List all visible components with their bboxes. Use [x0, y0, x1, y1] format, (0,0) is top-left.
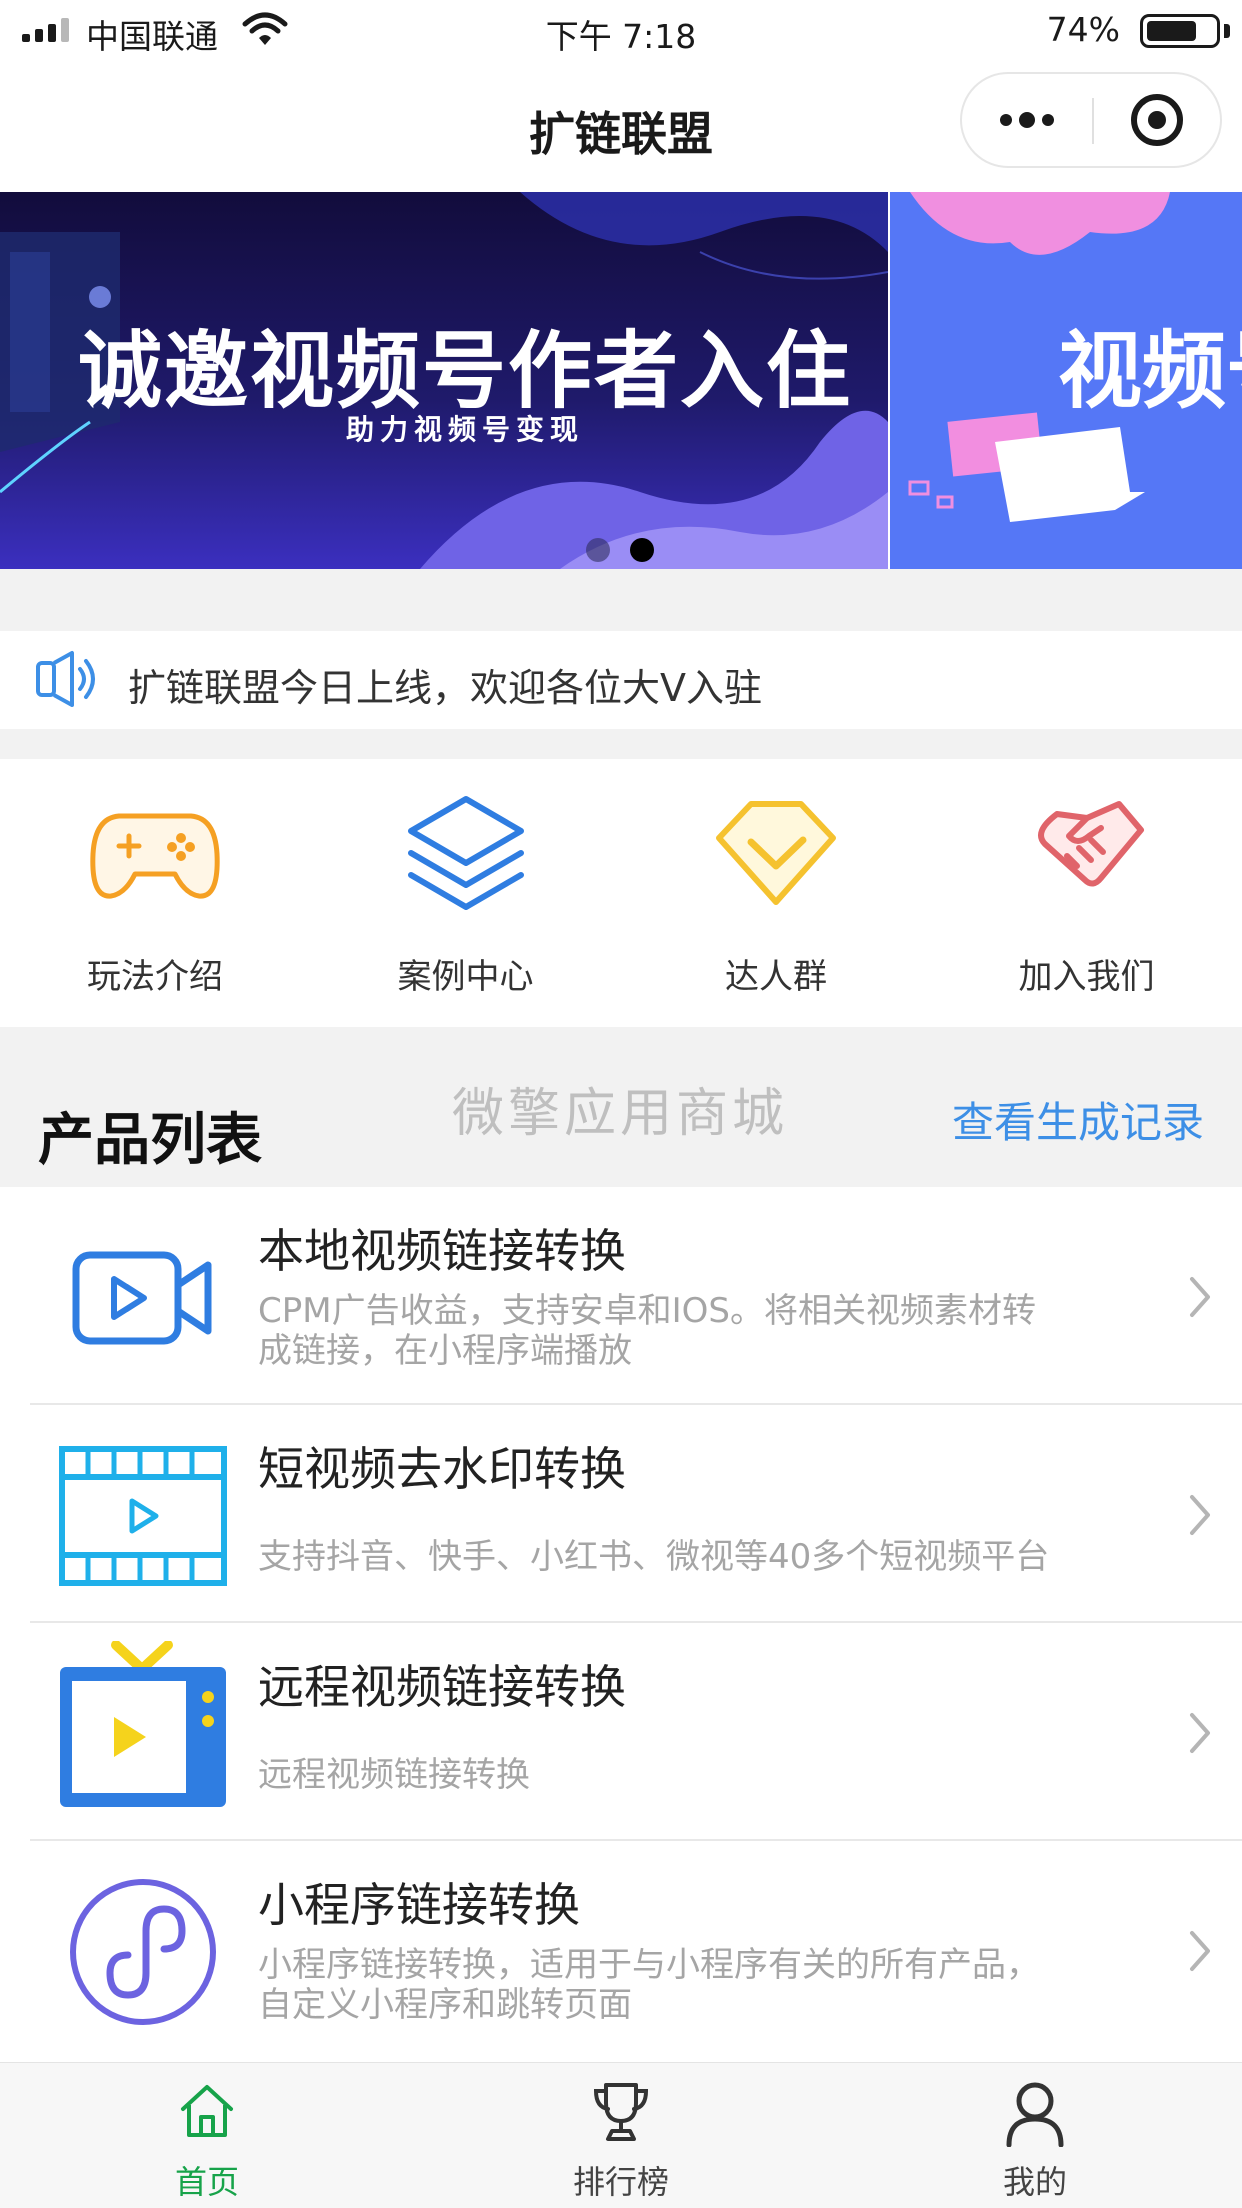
tv-icon	[58, 1641, 228, 1809]
trophy-icon	[414, 2081, 828, 2149]
notice-bar[interactable]: 扩链联盟今日上线，欢迎各位大V入驻	[0, 631, 1242, 729]
product-title: 远程视频链接转换	[258, 1660, 626, 1714]
chevron-right-icon	[1188, 1493, 1212, 1541]
product-desc: 远程视频链接转换	[258, 1755, 530, 1795]
layers-icon	[311, 789, 621, 919]
products-header: 产品列表 微擎应用商城 查看生成记录	[0, 1027, 1242, 1187]
menu-item-talent-group[interactable]: 达人群	[621, 759, 932, 1027]
chevron-right-icon	[1188, 1275, 1212, 1323]
mini-program-icon	[58, 1877, 228, 2027]
product-title: 小程序链接转换	[258, 1878, 580, 1932]
close-capsule-icon[interactable]	[1092, 74, 1222, 166]
menu-item-gameplay[interactable]: 玩法介绍	[0, 759, 311, 1027]
menu-grid: 玩法介绍 案例中心 达人群 加入我们	[0, 759, 1242, 1027]
menu-label: 达人群	[725, 957, 827, 997]
banner-carousel[interactable]: 诚邀视频号作者入住 助力视频号变现 视频号	[0, 192, 1242, 569]
chevron-right-icon	[1188, 1711, 1212, 1759]
battery-icon	[1140, 14, 1220, 48]
speaker-icon	[34, 649, 98, 713]
banner-title: 诚邀视频号作者入住	[77, 324, 852, 418]
section-gap	[0, 569, 1242, 631]
video-camera-icon	[58, 1223, 228, 1373]
tab-ranking[interactable]: 排行榜	[414, 2063, 828, 2208]
gamepad-icon	[0, 789, 310, 919]
home-icon	[0, 2081, 414, 2149]
mini-program-capsule	[960, 72, 1222, 168]
product-row-watermark-removal[interactable]: 短视频去水印转换 支持抖音、快手、小红书、微视等40多个短视频平台	[30, 1405, 1242, 1623]
status-bar: 中国联通 下午 7:18 74%	[0, 0, 1242, 64]
tab-mine[interactable]: 我的	[828, 2063, 1242, 2208]
chevron-right-icon	[1188, 1929, 1212, 1977]
product-title: 短视频去水印转换	[258, 1442, 626, 1496]
diamond-check-icon	[621, 789, 931, 919]
nav-bar: 扩链联盟	[0, 64, 1242, 192]
tab-home[interactable]: 首页	[0, 2063, 414, 2208]
banner-title-2: 视频号	[1058, 322, 1242, 420]
watermark-text: 微擎应用商城	[452, 1084, 789, 1144]
menu-item-cases[interactable]: 案例中心	[311, 759, 622, 1027]
menu-label: 加入我们	[1018, 957, 1155, 997]
menu-item-join-us[interactable]: 加入我们	[932, 759, 1242, 1027]
product-desc: CPM广告收益，支持安卓和IOS。将相关视频素材转	[258, 1291, 1036, 1331]
tab-label: 排行榜	[572, 2163, 669, 2201]
tab-bar: 首页 排行榜 我的	[0, 2062, 1242, 2208]
menu-label: 案例中心	[397, 957, 534, 997]
notice-text: 扩链联盟今日上线，欢迎各位大V入驻	[128, 666, 762, 710]
handshake-icon	[932, 789, 1242, 919]
banner-subtitle: 助力视频号变现	[345, 413, 584, 446]
battery-fill	[1147, 21, 1196, 41]
user-icon	[828, 2081, 1242, 2149]
product-desc: 自定义小程序和跳转页面	[258, 1985, 632, 2025]
banner-slide-1[interactable]: 诚邀视频号作者入住 助力视频号变现	[0, 192, 888, 569]
film-strip-icon	[58, 1441, 228, 1591]
carousel-dots	[586, 538, 654, 562]
product-desc: 支持抖音、快手、小红书、微视等40多个短视频平台	[258, 1537, 1050, 1577]
product-row-remote-video[interactable]: 远程视频链接转换 远程视频链接转换	[30, 1623, 1242, 1841]
carousel-dot[interactable]	[586, 538, 610, 562]
tab-label: 首页	[174, 2163, 239, 2201]
product-desc: 成链接，在小程序端播放	[258, 1331, 632, 1371]
section-gap	[0, 729, 1242, 759]
view-records-link[interactable]: 查看生成记录	[952, 1089, 1204, 1150]
more-dots-icon[interactable]	[962, 74, 1092, 166]
products-title: 产品列表	[38, 1108, 262, 1173]
product-list: 本地视频链接转换 CPM广告收益，支持安卓和IOS。将相关视频素材转 成链接，在…	[0, 1187, 1242, 2062]
tab-label: 我的	[1002, 2163, 1067, 2201]
product-title: 本地视频链接转换	[258, 1224, 626, 1278]
battery-tip	[1224, 24, 1230, 38]
carousel-dot[interactable]	[630, 538, 654, 562]
product-desc: 小程序链接转换，适用于与小程序有关的所有产品，	[258, 1945, 1040, 1985]
banner-slide-2[interactable]: 视频号	[890, 192, 1242, 569]
product-row-local-video[interactable]: 本地视频链接转换 CPM广告收益，支持安卓和IOS。将相关视频素材转 成链接，在…	[30, 1187, 1242, 1405]
menu-label: 玩法介绍	[87, 957, 223, 997]
battery-percent: 74%	[1046, 10, 1120, 49]
product-row-mini-program[interactable]: 小程序链接转换 小程序链接转换，适用于与小程序有关的所有产品， 自定义小程序和跳…	[30, 1841, 1242, 2059]
